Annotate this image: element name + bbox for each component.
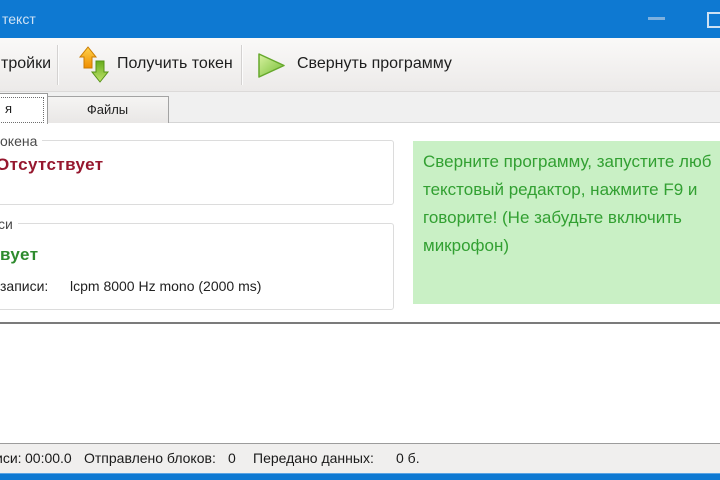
status-time-label: иси: <box>0 450 22 466</box>
status-bar: иси: 00:00.0 Отправлено блоков: 0 Переда… <box>0 444 720 473</box>
maximize-icon[interactable] <box>707 12 720 28</box>
window-bottom-edge <box>0 474 720 480</box>
tab-main-label: я <box>5 101 13 116</box>
token-group-title: окена <box>0 133 43 149</box>
log-textarea[interactable] <box>0 322 720 444</box>
minimize-icon[interactable] <box>648 17 665 20</box>
minimize-program-button[interactable]: Свернуть программу <box>297 55 452 73</box>
status-time-value: 00:00.0 <box>25 450 72 466</box>
hint-line: микрофон) <box>423 236 510 255</box>
token-status-text: Отсутствует <box>0 155 104 174</box>
record-format-label: записи: <box>0 278 49 294</box>
app-window: текст тройки Получить токен Свернуть про… <box>0 0 720 480</box>
toolbar: тройки Получить токен Свернуть программу <box>0 38 720 92</box>
settings-button[interactable]: тройки <box>1 55 51 73</box>
up-down-arrows-icon[interactable] <box>78 46 110 88</box>
tab-main[interactable]: я <box>0 93 48 124</box>
get-token-button[interactable]: Получить токен <box>117 55 233 73</box>
toolbar-separator <box>241 45 242 85</box>
play-triangle-icon[interactable] <box>256 52 287 84</box>
record-status-text: вует <box>0 245 39 264</box>
window-title: текст <box>2 11 36 27</box>
status-bytes-value: 0 б. <box>396 450 420 466</box>
hint-box: Сверните программу, запустите люб тексто… <box>413 141 720 304</box>
toolbar-separator <box>57 45 58 85</box>
hint-line: говорите! (Не забудьте включить <box>423 208 682 227</box>
hint-line: Сверните программу, запустите люб <box>423 152 712 171</box>
status-blocks-value: 0 <box>228 450 236 466</box>
status-bytes-label: Передано данных: <box>253 450 374 466</box>
record-group-box <box>0 223 394 310</box>
status-blocks-label: Отправлено блоков: <box>84 450 216 466</box>
title-bar: текст <box>0 0 720 38</box>
hint-line: текстовый редактор, нажмите F9 и <box>423 180 698 199</box>
record-group-title: си <box>0 216 18 232</box>
record-format-value: lcpm 8000 Hz mono (2000 ms) <box>70 278 262 294</box>
tab-files[interactable]: Файлы <box>46 96 169 123</box>
